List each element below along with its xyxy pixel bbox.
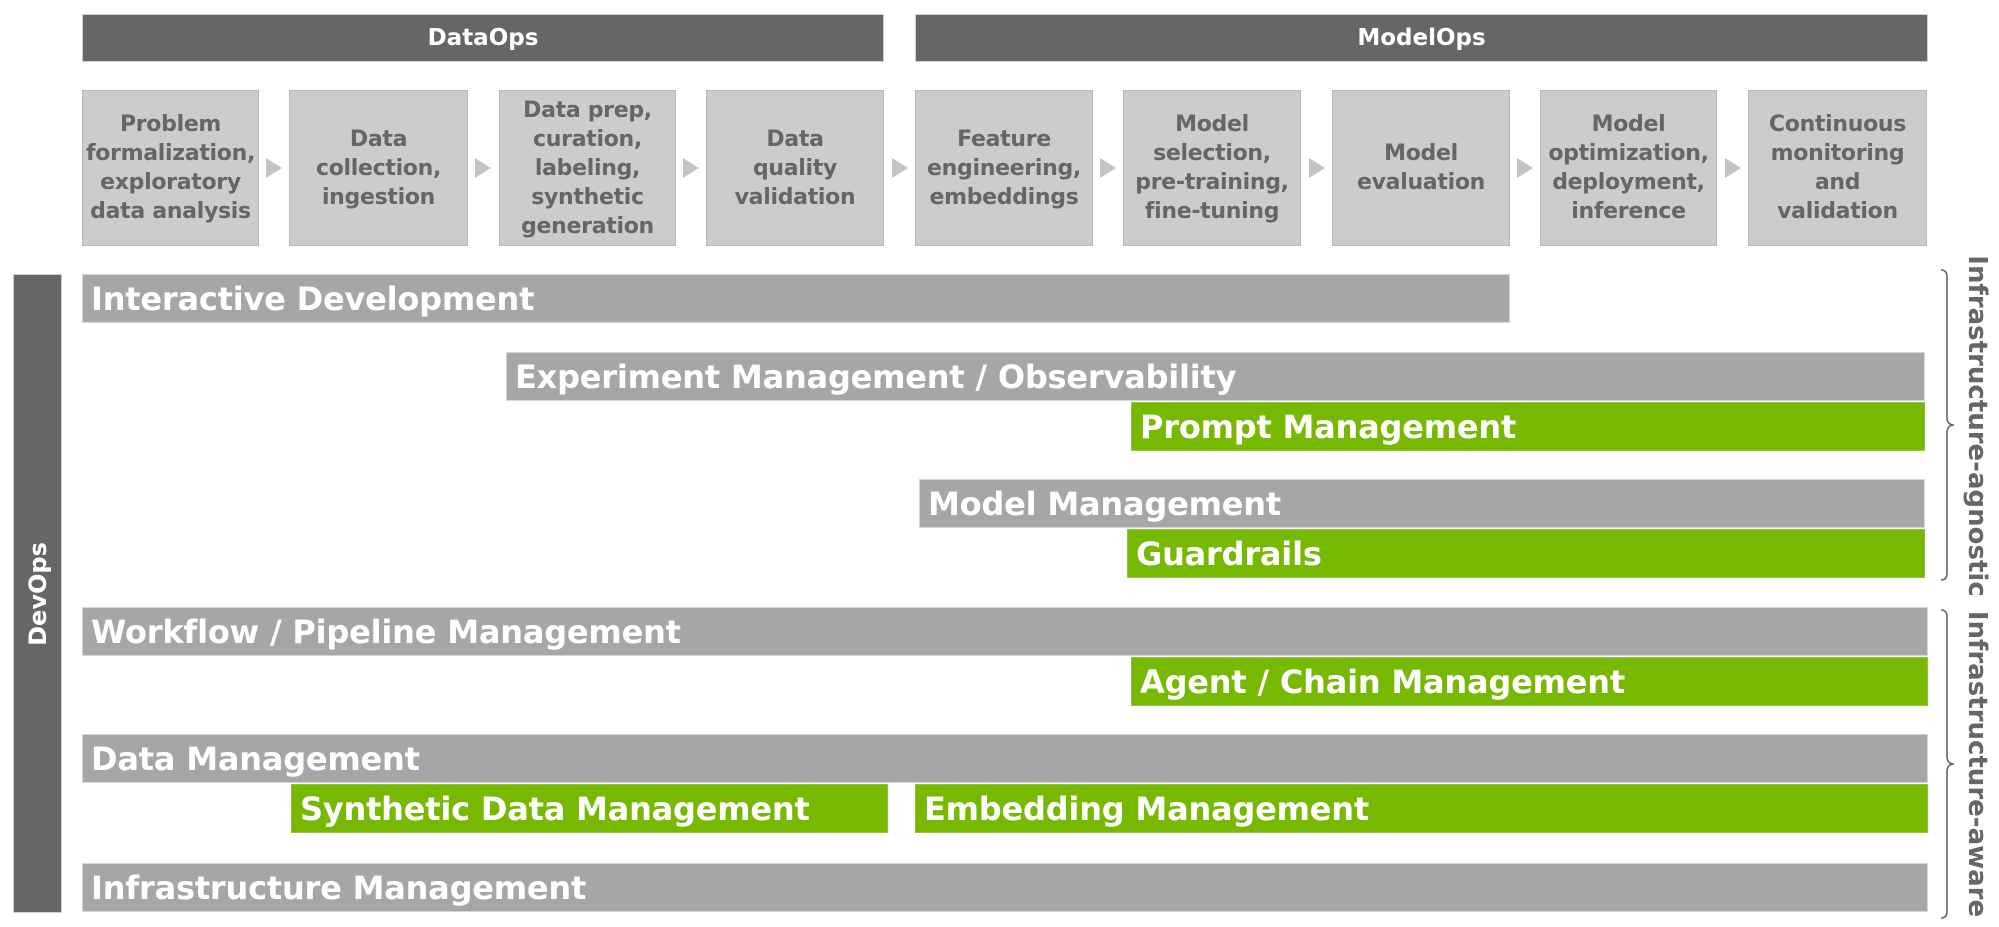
step-label: Problem formalization, exploratory data … [85, 112, 256, 224]
step-continuous-monitoring: Continuous monitoring and validation [1748, 90, 1927, 246]
step-label: Continuous monitoring and validation [1768, 112, 1907, 224]
arrow-icon [475, 158, 491, 178]
dataops-label: DataOps [427, 25, 539, 51]
step-label: Data prep, curation, labeling, synthetic… [521, 97, 654, 239]
bar-label: Agent / Chain Management [1140, 662, 1625, 701]
bar-label: Embedding Management [924, 789, 1369, 828]
arrow-icon [1100, 158, 1116, 178]
dataops-header: DataOps [82, 14, 884, 62]
arrow-icon [1725, 158, 1741, 178]
bar-model-management: Model Management [919, 479, 1925, 528]
step-data-quality: Data quality validation [706, 90, 884, 246]
bar-agent-chain-management: Agent / Chain Management [1131, 657, 1928, 706]
bar-label: Prompt Management [1140, 407, 1517, 446]
modelops-label: ModelOps [1357, 25, 1486, 51]
devops-label: DevOps [23, 541, 52, 646]
step-data-prep: Data prep, curation, labeling, synthetic… [499, 90, 676, 246]
bar-label: Infrastructure Management [91, 868, 587, 907]
bar-data-management: Data Management [82, 734, 1928, 783]
arrow-icon [1309, 158, 1325, 178]
step-label: Feature engineering, embeddings [927, 126, 1081, 210]
bar-prompt-management: Prompt Management [1131, 402, 1925, 451]
step-label: Data collection, ingestion [315, 126, 442, 210]
step-label: Model selection, pre-training, fine-tuni… [1135, 112, 1289, 224]
step-model-optimization: Model optimization, deployment, inferenc… [1540, 90, 1717, 246]
step-label: Model optimization, deployment, inferenc… [1548, 112, 1709, 224]
bar-label: Experiment Management / Observability [515, 357, 1237, 396]
arrow-icon [892, 158, 908, 178]
bar-label: Model Management [928, 484, 1281, 523]
step-model-selection: Model selection, pre-training, fine-tuni… [1123, 90, 1301, 246]
bar-interactive-development: Interactive Development [82, 274, 1510, 323]
arrow-icon [683, 158, 699, 178]
bar-synthetic-data-management: Synthetic Data Management [291, 784, 888, 833]
step-label: Data quality validation [734, 126, 856, 210]
label-infrastructure-aware: Infrastructure-aware [1962, 610, 1992, 918]
arrow-icon [266, 158, 282, 178]
arrow-icon [1517, 158, 1533, 178]
bar-guardrails: Guardrails [1127, 529, 1925, 578]
bar-embedding-management: Embedding Management [915, 784, 1928, 833]
bar-label: Data Management [91, 739, 420, 778]
brace-infrastructure-agnostic [1940, 269, 1955, 581]
step-model-evaluation: Model evaluation [1332, 90, 1510, 246]
bar-workflow-management: Workflow / Pipeline Management [82, 607, 1928, 656]
bar-experiment-management: Experiment Management / Observability [506, 352, 1925, 401]
step-problem-formalization: Problem formalization, exploratory data … [82, 90, 259, 246]
bar-label: Guardrails [1136, 534, 1322, 573]
step-label: Model evaluation [1357, 141, 1485, 195]
step-data-collection: Data collection, ingestion [289, 90, 468, 246]
brace-infrastructure-aware [1940, 609, 1955, 919]
bar-label: Workflow / Pipeline Management [91, 612, 681, 651]
step-feature-engineering: Feature engineering, embeddings [915, 90, 1093, 246]
bar-label: Interactive Development [91, 279, 535, 318]
bar-label: Synthetic Data Management [300, 789, 810, 828]
modelops-header: ModelOps [915, 14, 1928, 62]
devops-bar: DevOps [13, 274, 62, 913]
bar-infrastructure-management: Infrastructure Management [82, 863, 1928, 912]
label-infrastructure-agnostic: Infrastructure-agnostic [1962, 255, 1992, 597]
